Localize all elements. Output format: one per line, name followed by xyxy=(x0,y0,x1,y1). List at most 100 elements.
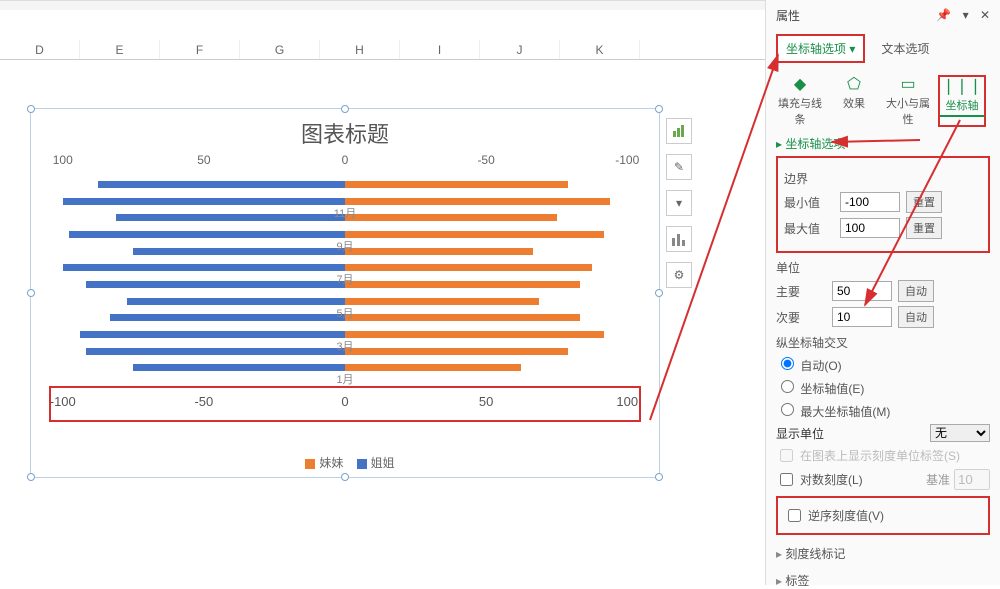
bar-sister[interactable] xyxy=(110,314,345,321)
bar-sister[interactable] xyxy=(116,214,345,221)
bounds-heading: 边界 xyxy=(784,170,982,187)
chart-title[interactable]: 图表标题 xyxy=(31,109,659,153)
axis-tick-label: 100 xyxy=(53,153,73,167)
category-label: 11月 xyxy=(334,205,356,221)
embedded-chart[interactable]: 图表标题 100 50 0 -50 -100 1月3月5月7月9月11月 -10… xyxy=(30,108,660,478)
chart-styles-button[interactable]: ✎ xyxy=(666,154,692,180)
units-heading: 单位 xyxy=(776,259,990,276)
tab-effects[interactable]: ⬠效果 xyxy=(830,75,878,127)
cross-max-radio[interactable]: 最大坐标轴值(M) xyxy=(776,400,990,420)
bar-younger[interactable] xyxy=(345,364,521,371)
primary-x-axis[interactable]: -100 -50 0 50 100 xyxy=(51,388,639,420)
major-unit-input[interactable] xyxy=(832,281,892,301)
axis-tick-label: -50 xyxy=(194,394,213,409)
primary-x-axis-highlight: -100 -50 0 50 100 xyxy=(49,386,641,422)
cross-value-radio[interactable]: 坐标轴值(E) xyxy=(776,377,990,397)
close-icon[interactable]: ✕ xyxy=(980,8,990,22)
plot-area[interactable]: 1月3月5月7月9月11月 xyxy=(51,179,639,379)
reverse-order-checkbox[interactable] xyxy=(788,509,801,522)
bar-sister[interactable] xyxy=(98,181,345,188)
reset-max-button[interactable]: 重置 xyxy=(906,217,942,239)
bar-younger[interactable] xyxy=(345,214,557,221)
chart-legend[interactable]: 妹妹 姐姐 xyxy=(31,454,659,471)
axis-options-section[interactable]: ▸ 坐标轴选项 xyxy=(776,135,990,152)
paint-bucket-icon: ◆ xyxy=(776,75,824,95)
log-base-input xyxy=(954,469,990,490)
dropdown-icon[interactable]: ▾ xyxy=(963,8,969,22)
minor-unit-input[interactable] xyxy=(832,307,892,327)
max-value-input[interactable] xyxy=(840,218,900,238)
bar-younger[interactable] xyxy=(345,248,533,255)
bar-sister[interactable] xyxy=(86,281,345,288)
bar-sister[interactable] xyxy=(133,364,345,371)
col-header[interactable]: J xyxy=(480,40,560,59)
chart-filters-button[interactable]: ▾ xyxy=(666,190,692,216)
chart-settings-button[interactable]: ⚙ xyxy=(666,262,692,288)
legend-swatch xyxy=(357,459,367,469)
chart-elements-button[interactable] xyxy=(666,118,692,144)
resize-handle[interactable] xyxy=(655,473,663,481)
tick-marks-section[interactable]: 刻度线标记 xyxy=(776,545,990,562)
category-label: 7月 xyxy=(336,271,353,287)
tab-fill-line[interactable]: ◆填充与线条 xyxy=(776,75,824,127)
bar-younger[interactable] xyxy=(345,281,580,288)
bar-sister[interactable] xyxy=(127,298,345,305)
resize-handle[interactable] xyxy=(341,105,349,113)
secondary-x-axis[interactable]: 100 50 0 -50 -100 xyxy=(51,153,639,173)
display-unit-on-chart-checkbox: 在图表上显示刻度单位标签(S) xyxy=(776,446,990,465)
col-header[interactable]: D xyxy=(0,40,80,59)
max-label: 最大值 xyxy=(784,220,834,237)
bar-younger[interactable] xyxy=(345,264,592,271)
bar-sister[interactable] xyxy=(86,348,345,355)
bar-sister[interactable] xyxy=(63,264,345,271)
axis-tick-label: 100 xyxy=(616,394,638,409)
resize-handle[interactable] xyxy=(27,473,35,481)
auto-minor-button[interactable]: 自动 xyxy=(898,306,934,328)
reset-min-button[interactable]: 重置 xyxy=(906,191,942,213)
bar-younger[interactable] xyxy=(345,348,568,355)
axis-tick-label: 50 xyxy=(197,153,210,167)
resize-handle[interactable] xyxy=(27,105,35,113)
bar-younger[interactable] xyxy=(345,331,604,338)
category-label: 5月 xyxy=(336,305,353,321)
resize-handle[interactable] xyxy=(341,473,349,481)
bar-sister[interactable] xyxy=(133,248,345,255)
pin-icon[interactable]: 📌 xyxy=(936,8,951,22)
log-scale-checkbox[interactable] xyxy=(780,473,793,486)
legend-label: 姐姐 xyxy=(371,456,395,470)
resize-handle[interactable] xyxy=(655,289,663,297)
min-value-input[interactable] xyxy=(840,192,900,212)
labels-section[interactable]: 标签 xyxy=(776,572,990,589)
log-base-label: 基准 xyxy=(926,471,950,488)
min-label: 最小值 xyxy=(784,194,834,211)
col-header[interactable]: K xyxy=(560,40,640,59)
chart-type-button[interactable] xyxy=(666,226,692,252)
resize-handle[interactable] xyxy=(27,289,35,297)
resize-handle[interactable] xyxy=(655,105,663,113)
display-unit-select[interactable]: 无 xyxy=(930,424,990,442)
col-header[interactable]: I xyxy=(400,40,480,59)
bar-younger[interactable] xyxy=(345,181,568,188)
axis-tick-label: -100 xyxy=(615,153,639,167)
bar-younger[interactable] xyxy=(345,231,604,238)
bar-younger[interactable] xyxy=(345,314,580,321)
tab-axis[interactable]: ❘❘❘坐标轴 xyxy=(938,75,986,127)
axis-tick-label: -100 xyxy=(50,394,76,409)
col-header[interactable]: G xyxy=(240,40,320,59)
auto-major-button[interactable]: 自动 xyxy=(898,280,934,302)
bar-sister[interactable] xyxy=(80,331,345,338)
tab-size-properties[interactable]: ▭大小与属性 xyxy=(884,75,932,127)
col-header[interactable]: E xyxy=(80,40,160,59)
col-header[interactable]: F xyxy=(160,40,240,59)
axis-icon: ❘❘❘ xyxy=(940,77,984,97)
bounds-group-highlight: 边界 最小值 重置 最大值 重置 xyxy=(776,156,990,253)
col-header[interactable]: H xyxy=(320,40,400,59)
legend-label: 妹妹 xyxy=(319,456,343,470)
bar-younger[interactable] xyxy=(345,298,539,305)
axis-options-dropdown[interactable]: 坐标轴选项 ▾ xyxy=(776,34,865,63)
text-options-tab[interactable]: 文本选项 xyxy=(881,40,929,57)
cross-auto-radio[interactable]: 自动(O) xyxy=(776,354,990,374)
bar-younger[interactable] xyxy=(345,198,610,205)
bar-sister[interactable] xyxy=(63,198,345,205)
bar-sister[interactable] xyxy=(69,231,345,238)
